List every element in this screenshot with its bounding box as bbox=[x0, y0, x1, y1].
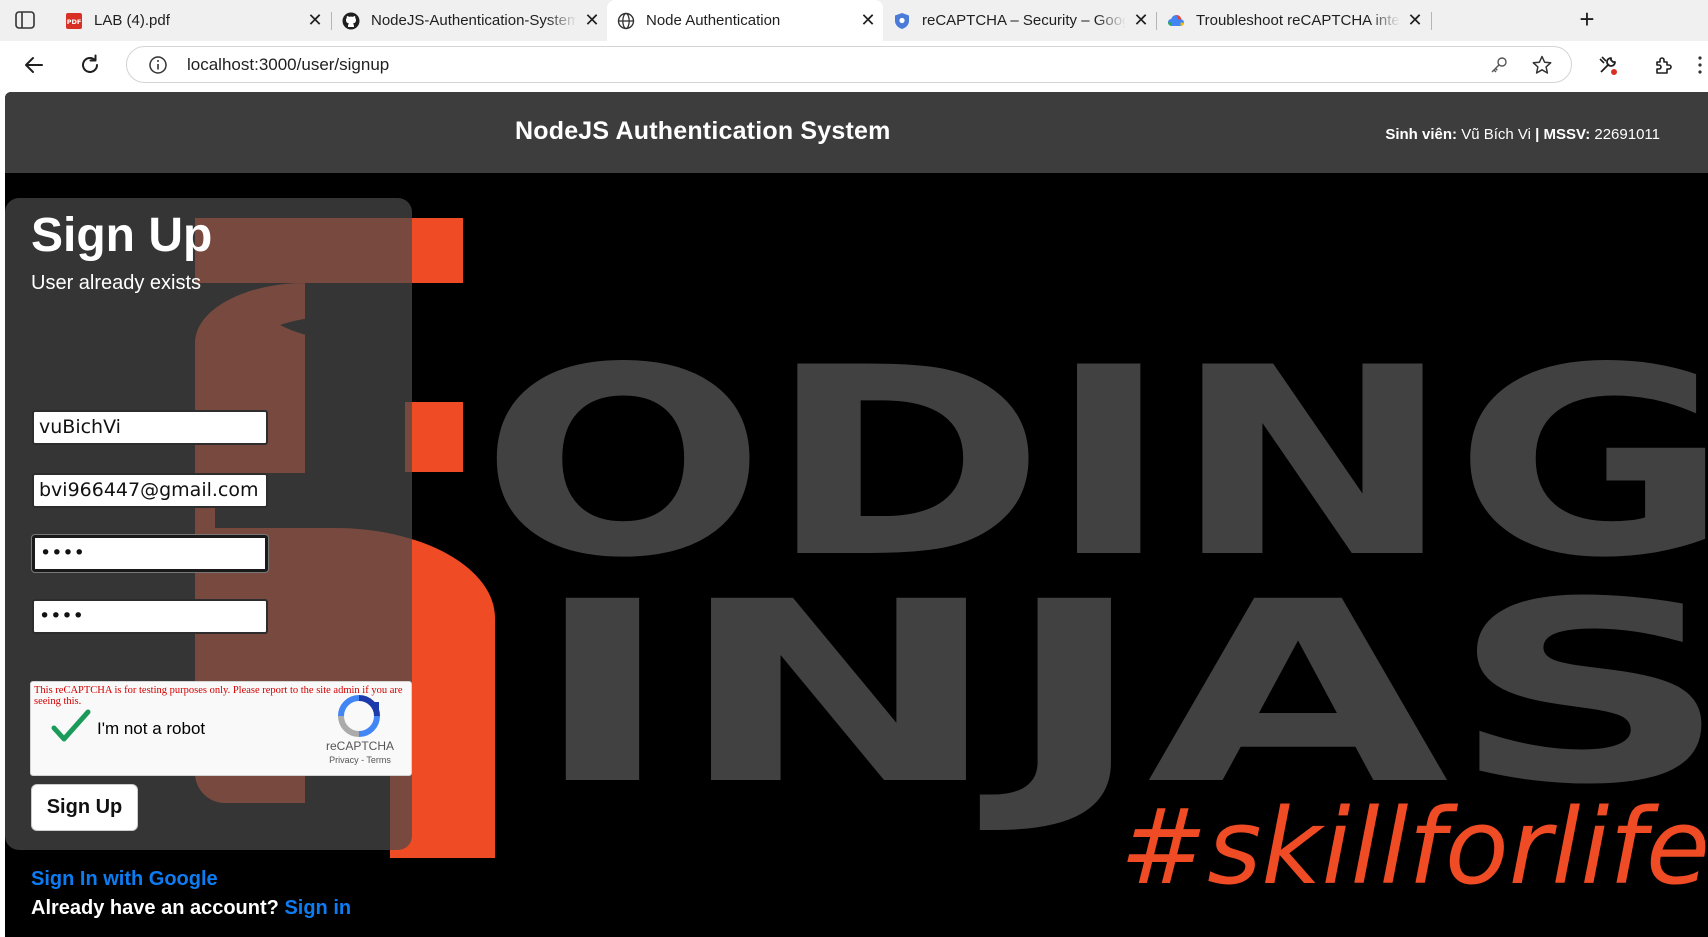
recaptcha-brand: reCAPTCHA bbox=[325, 739, 394, 753]
page-viewport: NodeJS Authentication System Sinh viên: … bbox=[5, 92, 1708, 937]
pdf-icon: PDF bbox=[66, 12, 82, 29]
signin-link[interactable]: Sign in bbox=[284, 897, 351, 919]
tab-close-icon[interactable]: ✕ bbox=[577, 10, 607, 31]
error-message: User already exists bbox=[31, 272, 202, 294]
tab-title: LAB (4).pdf bbox=[94, 12, 170, 29]
key-icon[interactable] bbox=[1489, 55, 1509, 75]
new-tab-button[interactable]: + bbox=[1575, 6, 1599, 32]
username-field[interactable]: vuBichVi bbox=[32, 410, 268, 445]
site-header: NodeJS Authentication System Sinh viên: … bbox=[5, 92, 1708, 173]
svg-text:PDF: PDF bbox=[67, 18, 82, 26]
tab-close-icon[interactable]: ✕ bbox=[300, 10, 330, 31]
recaptcha-label[interactable]: I'm not a robot bbox=[97, 719, 205, 739]
page-title: NodeJS Authentication System bbox=[515, 117, 891, 145]
github-icon bbox=[342, 12, 360, 29]
hero-tagline: #skillforlife bbox=[1120, 786, 1708, 908]
signin-prompt: Already have an account? Sign in bbox=[31, 897, 351, 920]
address-bar[interactable]: localhost:3000/user/signup bbox=[126, 46, 1572, 83]
checkmark-icon[interactable] bbox=[51, 709, 91, 745]
tab-close-icon[interactable]: ✕ bbox=[853, 10, 883, 31]
student-separator: | bbox=[1535, 126, 1540, 143]
have-account-text: Already have an account? bbox=[31, 897, 279, 919]
student-id-label: MSSV: bbox=[1543, 126, 1591, 143]
student-id: 22691011 bbox=[1594, 126, 1660, 143]
signup-card: Sign Up User already exists vuBichVi bvi… bbox=[5, 198, 412, 919]
tab-lab-pdf[interactable]: PDF LAB (4).pdf ✕ bbox=[55, 0, 330, 41]
address-url[interactable]: localhost:3000/user/signup bbox=[187, 55, 389, 75]
password-field[interactable]: •••• bbox=[32, 535, 268, 572]
tab-recaptcha-security[interactable]: reCAPTCHA – Security – Google C ✕ bbox=[883, 0, 1156, 41]
tab-title: NodeJS-Authentication-System/p bbox=[371, 12, 577, 29]
tab-actions-icon[interactable] bbox=[14, 9, 36, 31]
tab-close-icon[interactable]: ✕ bbox=[1400, 10, 1430, 31]
student-info: Sinh viên: Vũ Bích Vi | MSSV: 22691011 bbox=[1385, 126, 1660, 143]
globe-icon bbox=[617, 12, 635, 29]
reload-icon[interactable] bbox=[78, 53, 102, 77]
google-cloud-icon bbox=[1168, 14, 1184, 26]
signup-heading: Sign Up bbox=[31, 209, 213, 262]
shield-icon bbox=[895, 12, 909, 29]
browser-toolbar: localhost:3000/user/signup bbox=[0, 41, 1708, 90]
recaptcha-logo-icon bbox=[338, 695, 380, 737]
tab-close-icon[interactable]: ✕ bbox=[1126, 10, 1156, 31]
tab-divider bbox=[1431, 12, 1432, 30]
tab-troubleshoot-recaptcha[interactable]: Troubleshoot reCAPTCHA integrat ✕ bbox=[1157, 0, 1430, 41]
signup-button[interactable]: Sign Up bbox=[31, 784, 138, 831]
coding-ninjas-letters: ODING INJAS bbox=[480, 313, 1708, 839]
extensions-icon[interactable] bbox=[1652, 53, 1676, 77]
google-signin-link[interactable]: Sign In with Google bbox=[31, 868, 218, 891]
tab-strip: PDF LAB (4).pdf ✕ NodeJS-Authentication-… bbox=[0, 0, 1708, 41]
back-arrow-icon[interactable] bbox=[22, 53, 46, 77]
tab-github[interactable]: NodeJS-Authentication-System/p ✕ bbox=[332, 0, 607, 41]
favorite-star-icon[interactable] bbox=[1531, 54, 1553, 76]
tab-title: reCAPTCHA – Security – Google C bbox=[922, 12, 1126, 29]
student-label: Sinh viên: bbox=[1385, 126, 1458, 143]
email-field[interactable]: bvi966447@gmail.com bbox=[32, 473, 268, 508]
student-name: Vũ Bích Vi bbox=[1461, 126, 1531, 143]
tab-node-authentication[interactable]: Node Authentication ✕ bbox=[607, 0, 883, 41]
tab-title: Node Authentication bbox=[646, 12, 781, 29]
recaptcha-widget: This reCAPTCHA is for testing purposes o… bbox=[30, 681, 412, 776]
tab-title: Troubleshoot reCAPTCHA integrat bbox=[1196, 12, 1400, 29]
confirm-password-field[interactable]: •••• bbox=[32, 599, 268, 634]
tools-icon[interactable] bbox=[1596, 53, 1620, 77]
recaptcha-privacy-terms[interactable]: Privacy - Terms bbox=[320, 755, 400, 765]
site-info-icon[interactable] bbox=[148, 55, 168, 75]
menu-icon[interactable] bbox=[1693, 53, 1708, 77]
